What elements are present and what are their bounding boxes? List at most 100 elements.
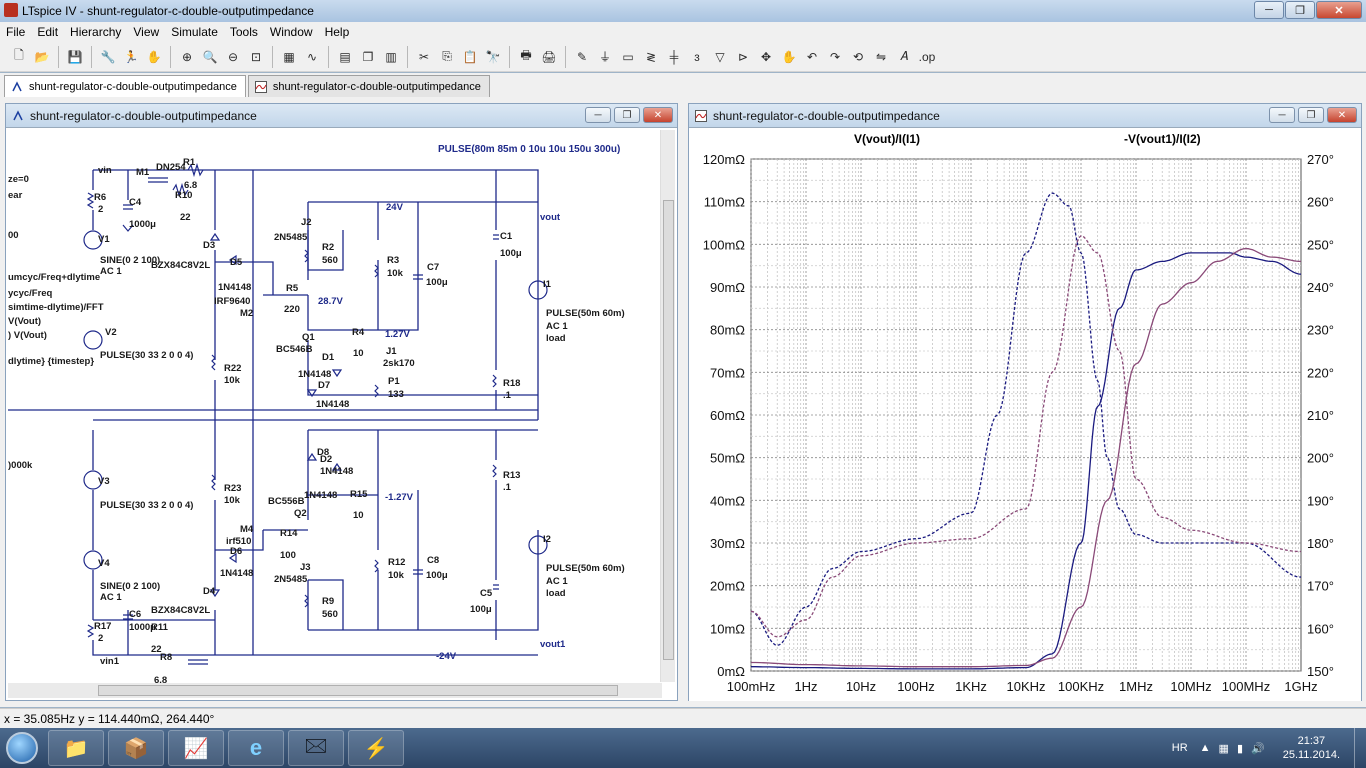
component-label[interactable]: 100 (280, 550, 296, 561)
component-label[interactable]: R8 (160, 652, 172, 663)
component-label[interactable]: AC 1 (100, 266, 122, 277)
component-label[interactable]: 2sk170 (383, 358, 415, 369)
component-label[interactable]: IRF9640 (214, 296, 250, 307)
component-label[interactable]: R15 (350, 489, 368, 500)
waveform-close-button[interactable]: ✕ (1327, 107, 1357, 123)
component-icon[interactable]: ⊳ (732, 46, 754, 68)
component-label[interactable]: DN254 (156, 162, 186, 173)
component-label[interactable]: R22 (224, 363, 241, 374)
spice-directive-text[interactable]: ze=0 (8, 174, 29, 185)
tile-vertical-icon[interactable]: ▥ (380, 46, 402, 68)
component-label[interactable]: vin (98, 165, 112, 176)
control-panel-icon[interactable]: 🔧 (97, 46, 119, 68)
component-label[interactable]: D1 (322, 352, 335, 363)
spice-directive-text[interactable]: umcyc/Freq+dlytime (8, 272, 100, 283)
menu-help[interactable]: Help (319, 25, 356, 39)
component-label[interactable]: R1 (183, 157, 196, 168)
component-label[interactable]: BZX84C8V2L (151, 605, 210, 616)
component-label[interactable]: 1000μ (129, 219, 156, 230)
component-label[interactable]: 10 (353, 348, 364, 359)
wire-icon[interactable]: ✎ (571, 46, 593, 68)
component-label[interactable]: R3 (387, 255, 399, 266)
undo-icon[interactable]: ↶ (801, 46, 823, 68)
component-label[interactable]: C8 (427, 555, 439, 566)
component-label[interactable]: R11 (151, 622, 169, 633)
component-label[interactable]: 2N5485 (274, 232, 308, 243)
component-label[interactable]: vin1 (100, 656, 120, 667)
component-label[interactable]: R4 (352, 327, 365, 338)
spice-directive-text[interactable]: dlytime} {timestep} (8, 356, 94, 367)
start-button[interactable] (0, 728, 44, 768)
diode-icon[interactable]: ▽ (709, 46, 731, 68)
move-icon[interactable]: ✥ (755, 46, 777, 68)
component-label[interactable]: 1N4148 (316, 399, 349, 410)
copy-icon[interactable]: ⎘ (436, 46, 458, 68)
component-label[interactable]: R17 (94, 621, 111, 632)
waveform-plot[interactable]: 120mΩ 110mΩ 100mΩ 90mΩ 80mΩ 70mΩ 60mΩ 50mΩ 40mΩ 3… (689, 129, 1361, 701)
taskbar-oscilloscope[interactable]: 📈 (168, 730, 224, 766)
resistor-icon[interactable]: ≷ (640, 46, 662, 68)
waveform-window-titlebar[interactable]: shunt-regulator-c-double-outputimpedance… (689, 104, 1361, 128)
component-label[interactable]: BC546B (276, 344, 313, 355)
network-icon[interactable]: ▦ (1219, 742, 1229, 755)
component-label[interactable]: 1N4148 (218, 282, 251, 293)
minimize-button[interactable]: ─ (1254, 1, 1284, 19)
component-label[interactable]: R5 (286, 283, 299, 294)
redo-icon[interactable]: ↷ (824, 46, 846, 68)
component-label[interactable]: PULSE(30 33 2 0 0 4) (100, 350, 193, 361)
waveform-minimize-button[interactable]: ─ (1269, 107, 1295, 123)
net-label[interactable]: -24V (436, 651, 457, 662)
volume-icon[interactable]: 🔊 (1251, 742, 1265, 755)
component-label[interactable]: I2 (543, 534, 551, 545)
tab-schematic[interactable]: shunt-regulator-c-double-outputimpedance (4, 75, 246, 97)
component-label[interactable]: PULSE(50m 60m) (546, 308, 625, 319)
component-label[interactable]: 2 (98, 633, 103, 644)
component-label[interactable]: D6 (230, 546, 242, 557)
component-label[interactable]: 2N5485 (274, 574, 308, 585)
component-label[interactable]: C6 (129, 609, 141, 620)
component-label[interactable]: 10k (224, 495, 241, 506)
menu-hierarchy[interactable]: Hierarchy (64, 25, 127, 39)
component-label[interactable]: 133 (388, 389, 404, 400)
print-setup-icon[interactable]: 🖶 (515, 46, 537, 68)
component-label[interactable]: J2 (301, 217, 312, 228)
language-indicator[interactable]: HR (1172, 742, 1188, 754)
taskbar-ltspice[interactable]: ⚡ (348, 730, 404, 766)
component-label[interactable]: D2 (320, 454, 332, 465)
pan-icon[interactable]: ✋ (143, 46, 165, 68)
component-label[interactable]: D3 (203, 240, 215, 251)
component-label[interactable]: AC 1 (546, 576, 568, 587)
component-label[interactable]: 100μ (470, 604, 492, 615)
ground-icon[interactable]: ⏚ (594, 46, 616, 68)
clock[interactable]: 21:37 25.11.2014. (1283, 734, 1340, 762)
schematic-canvas[interactable]: vin M1 DN254R16.8R1022R62C41000μV1SINE(0 2… (8, 130, 658, 685)
tile-horizontal-icon[interactable]: ▤ (334, 46, 356, 68)
schematic-window-titlebar[interactable]: shunt-regulator-c-double-outputimpedance… (6, 104, 677, 128)
battery-icon[interactable]: ▮ (1237, 742, 1243, 755)
schematic-window[interactable]: shunt-regulator-c-double-outputimpedance… (5, 103, 678, 701)
spice-directive-text[interactable]: simtime-dlytime)/FFT (8, 302, 104, 313)
component-label[interactable]: R18 (503, 378, 520, 389)
component-label[interactable]: D4 (203, 586, 216, 597)
component-label[interactable]: R12 (388, 557, 405, 568)
schematic-horizontal-scrollbar[interactable] (8, 683, 662, 698)
open-folder-icon[interactable]: 📂 (31, 46, 53, 68)
menu-tools[interactable]: Tools (224, 25, 264, 39)
component-label[interactable]: BZX84C8V2L (151, 260, 210, 271)
find-icon[interactable]: 🔭 (482, 46, 504, 68)
tab-waveform[interactable]: shunt-regulator-c-double-outputimpedance (247, 75, 490, 97)
component-label[interactable]: R10 (175, 190, 192, 201)
mirror-icon[interactable]: ⇋ (870, 46, 892, 68)
component-label[interactable]: AC 1 (546, 321, 568, 332)
spice-directive-text[interactable]: ear (8, 190, 23, 201)
tray-arrow-icon[interactable]: ▲ (1200, 742, 1211, 754)
maximize-button[interactable]: ❐ (1285, 1, 1315, 19)
menu-window[interactable]: Window (264, 25, 319, 39)
schematic-horizontal-thumb[interactable] (98, 685, 618, 696)
component-label[interactable]: 560 (322, 255, 338, 266)
component-label[interactable]: R14 (280, 528, 298, 539)
component-label[interactable]: 10 (353, 510, 364, 521)
net-label[interactable]: -1.27V (385, 492, 414, 503)
net-label[interactable]: 24V (386, 202, 404, 213)
trace-label-vout1[interactable]: -V(vout1)/I(I2) (1124, 132, 1201, 146)
